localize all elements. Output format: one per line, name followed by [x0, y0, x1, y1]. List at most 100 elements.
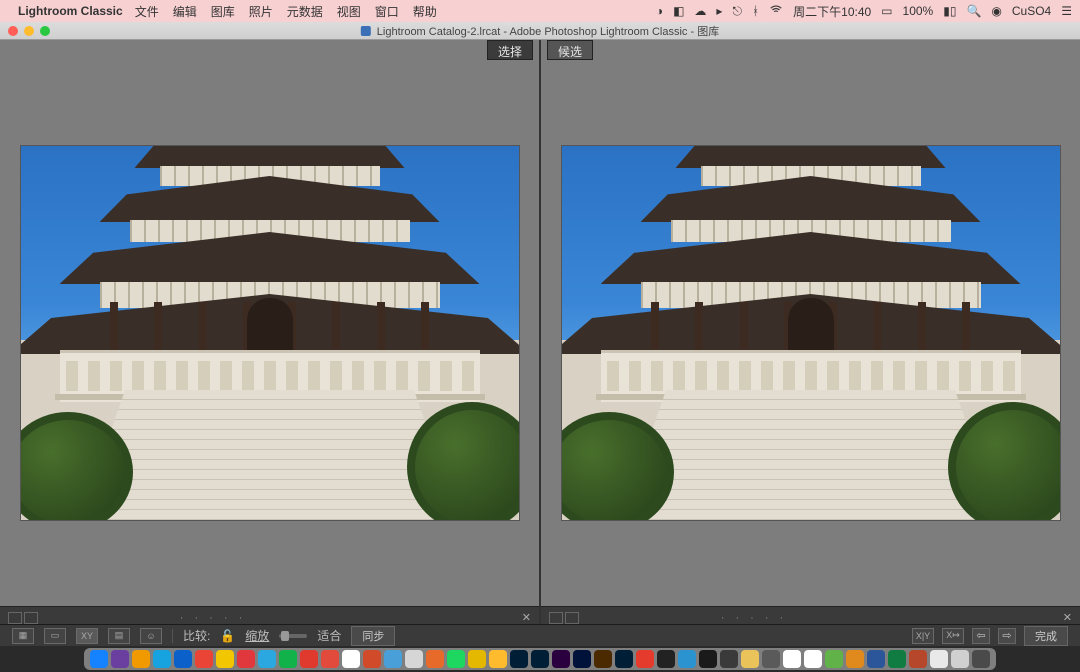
dock-app-15[interactable] — [405, 650, 423, 668]
dock-app-6[interactable] — [216, 650, 234, 668]
select-image-viewport[interactable] — [0, 60, 539, 606]
menu-file[interactable]: 文件 — [135, 3, 159, 20]
dock-app-33[interactable] — [783, 650, 801, 668]
dock-app-13[interactable] — [363, 650, 381, 668]
dock-app-25[interactable] — [615, 650, 633, 668]
dock-app-12[interactable] — [342, 650, 360, 668]
separator — [172, 629, 173, 643]
prev-arrow-icon[interactable]: ⇦ — [972, 628, 990, 644]
menu-library[interactable]: 图库 — [211, 3, 235, 20]
make-select-icon[interactable]: X↦ — [942, 628, 964, 644]
dock-app-36[interactable] — [846, 650, 864, 668]
fit-link[interactable]: 适合 — [317, 627, 341, 644]
dock-app-29[interactable] — [699, 650, 717, 668]
minimize-button[interactable] — [24, 26, 34, 36]
dock-app-24[interactable] — [594, 650, 612, 668]
clock[interactable]: 周二下午10:40 — [793, 3, 871, 20]
dock-app-20[interactable] — [510, 650, 528, 668]
status-icon-cloud[interactable]: ☁ — [694, 4, 706, 18]
dock-app-18[interactable] — [468, 650, 486, 668]
dock-app-40[interactable] — [930, 650, 948, 668]
sync-button[interactable]: 同步 — [351, 626, 395, 646]
done-button[interactable]: 完成 — [1024, 626, 1068, 646]
dock-app-9[interactable] — [279, 650, 297, 668]
swap-icon[interactable]: X|Y — [912, 628, 934, 644]
survey-view-icon[interactable]: ▤ — [108, 628, 130, 644]
macos-dock — [84, 648, 996, 670]
close-right-icon[interactable]: ✕ — [1063, 611, 1072, 624]
spotlight-icon[interactable]: 🔍 — [966, 4, 981, 18]
dock-app-23[interactable] — [573, 650, 591, 668]
people-view-icon[interactable]: ☺ — [140, 628, 162, 644]
wifi-icon[interactable] — [769, 3, 783, 20]
grid-view-icon[interactable]: ▦ — [12, 628, 34, 644]
zoom-slider[interactable] — [279, 634, 307, 638]
status-icon-play[interactable]: ▸ — [716, 4, 722, 18]
dock-app-14[interactable] — [384, 650, 402, 668]
dock-app-21[interactable] — [531, 650, 549, 668]
status-icon-headset[interactable]: ⎋ — [732, 4, 742, 19]
file-icon — [361, 26, 371, 36]
dock-app-31[interactable] — [741, 650, 759, 668]
dock-app-28[interactable] — [678, 650, 696, 668]
dock-app-19[interactable] — [489, 650, 507, 668]
dock-app-0[interactable] — [90, 650, 108, 668]
display-icon[interactable]: ▭ — [881, 4, 892, 18]
compare-label: 比较: — [183, 627, 210, 644]
battery-percent[interactable]: 100% — [903, 4, 934, 18]
close-button[interactable] — [8, 26, 18, 36]
flag-buttons-left[interactable] — [8, 612, 38, 624]
menu-metadata[interactable]: 元数据 — [287, 3, 323, 20]
compare-view-icon[interactable]: XY — [76, 628, 98, 644]
dock-app-2[interactable] — [132, 650, 150, 668]
dock-app-4[interactable] — [174, 650, 192, 668]
dock-app-32[interactable] — [762, 650, 780, 668]
zoom-link[interactable]: 缩放 — [245, 627, 269, 644]
siri-icon[interactable]: ◉ — [991, 4, 1001, 18]
dock-app-1[interactable] — [111, 650, 129, 668]
dock-app-26[interactable] — [636, 650, 654, 668]
dock-app-34[interactable] — [804, 650, 822, 668]
rating-dots-right[interactable]: · · · · · — [721, 612, 788, 624]
user-name[interactable]: CuSO4 — [1012, 4, 1051, 18]
next-arrow-icon[interactable]: ⇨ — [998, 628, 1016, 644]
dock-app-10[interactable] — [300, 650, 318, 668]
dock-app-38[interactable] — [888, 650, 906, 668]
menu-photo[interactable]: 照片 — [249, 3, 273, 20]
menu-edit[interactable]: 编辑 — [173, 3, 197, 20]
dock-app-37[interactable] — [867, 650, 885, 668]
status-icon-1[interactable]: ◑ — [656, 4, 663, 18]
dock-app-17[interactable] — [447, 650, 465, 668]
candidate-tab[interactable]: 候选 — [547, 40, 593, 60]
dock-app-30[interactable] — [720, 650, 738, 668]
close-left-icon[interactable]: ✕ — [522, 611, 531, 624]
dock-app-39[interactable] — [909, 650, 927, 668]
dock-app-3[interactable] — [153, 650, 171, 668]
dock-app-35[interactable] — [825, 650, 843, 668]
menu-window[interactable]: 窗口 — [375, 3, 399, 20]
menu-view[interactable]: 视图 — [337, 3, 361, 20]
dock-app-22[interactable] — [552, 650, 570, 668]
lock-icon[interactable]: 🔓 — [220, 629, 235, 643]
dock-app-5[interactable] — [195, 650, 213, 668]
select-tab[interactable]: 选择 — [487, 40, 533, 60]
dock-app-7[interactable] — [237, 650, 255, 668]
dock-app-16[interactable] — [426, 650, 444, 668]
dock-app-27[interactable] — [657, 650, 675, 668]
dock-app-8[interactable] — [258, 650, 276, 668]
app-name[interactable]: Lightroom Classic — [18, 4, 123, 18]
bluetooth-icon[interactable]: ᚼ — [752, 4, 759, 18]
dock-app-11[interactable] — [321, 650, 339, 668]
dock-app-41[interactable] — [951, 650, 969, 668]
rating-dots-left[interactable]: · · · · · — [180, 612, 247, 624]
menubar-status: ◑ ◧ ☁ ▸ ⎋ ᚼ 周二下午10:40 ▭ 100% ▮▯ 🔍 ◉ CuSO… — [656, 3, 1072, 20]
flag-buttons-right[interactable] — [549, 612, 579, 624]
maximize-button[interactable] — [40, 26, 50, 36]
loupe-view-icon[interactable]: ▭ — [44, 628, 66, 644]
candidate-image-viewport[interactable] — [541, 60, 1080, 606]
status-icon-2[interactable]: ◧ — [673, 4, 684, 18]
dock-app-42[interactable] — [972, 650, 990, 668]
control-center-icon[interactable]: ☰ — [1061, 4, 1072, 18]
menu-help[interactable]: 帮助 — [413, 3, 437, 20]
battery-icon[interactable]: ▮▯ — [943, 4, 956, 18]
